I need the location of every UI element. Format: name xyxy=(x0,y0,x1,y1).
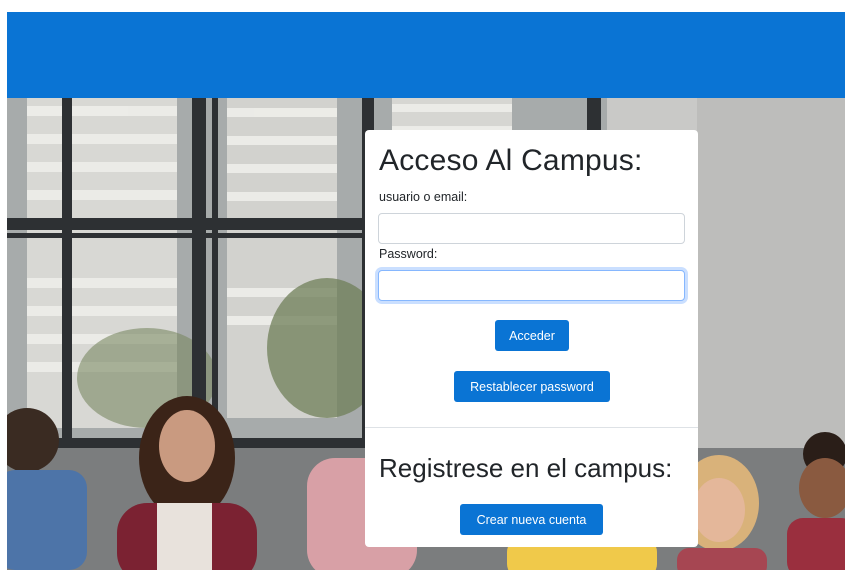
register-title: Registrese en el campus: xyxy=(379,453,673,483)
login-title: Acceso Al Campus: xyxy=(379,144,643,177)
page: Acceso Al Campus: usuario o email: Passw… xyxy=(7,12,845,570)
create-account-button[interactable]: Crear nueva cuenta xyxy=(460,504,603,535)
section-divider xyxy=(365,427,698,428)
top-navbar xyxy=(7,12,845,98)
user-email-input[interactable] xyxy=(378,213,685,244)
password-input[interactable] xyxy=(378,270,685,301)
user-field-label: usuario o email: xyxy=(379,190,468,204)
reset-password-button[interactable]: Restablecer password xyxy=(454,371,610,402)
login-card: Acceso Al Campus: usuario o email: Passw… xyxy=(365,130,698,547)
login-button[interactable]: Acceder xyxy=(495,320,569,351)
password-field-label: Password: xyxy=(379,247,438,261)
